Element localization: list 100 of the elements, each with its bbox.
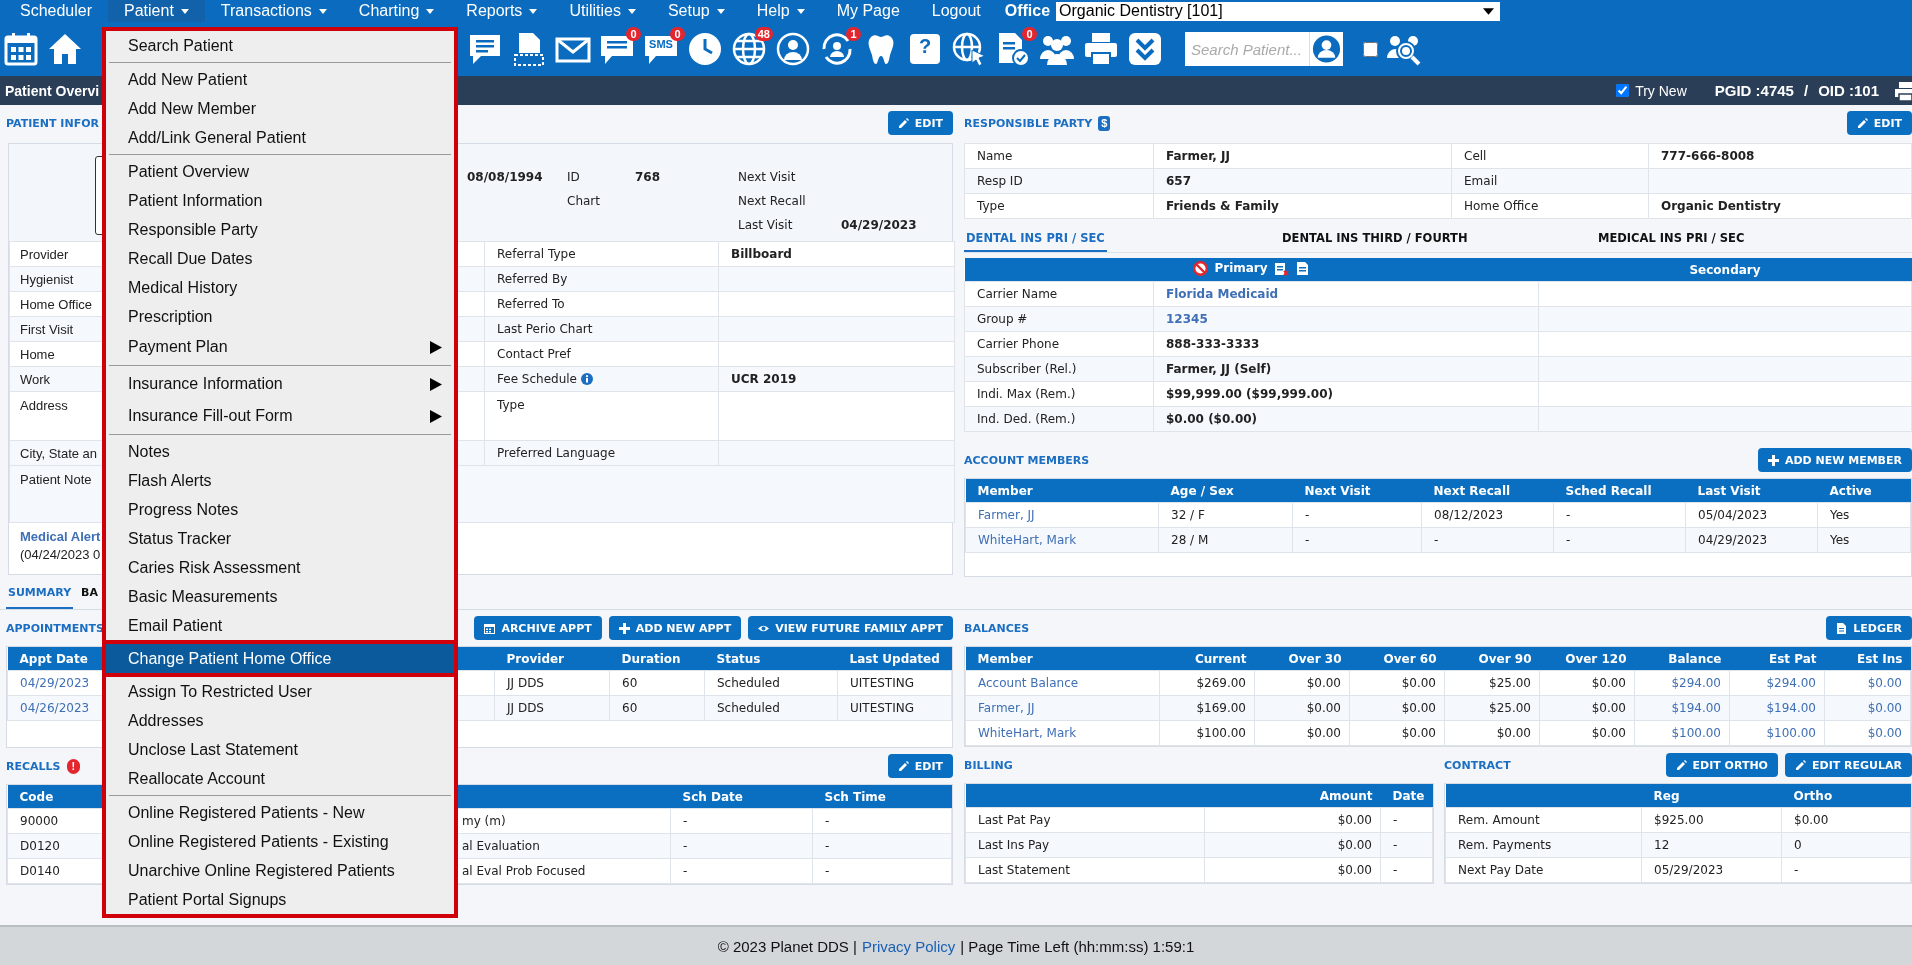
column-header: Duration bbox=[621, 651, 681, 666]
menu-item[interactable]: Status Tracker bbox=[106, 524, 454, 553]
calendar-icon[interactable] bbox=[3, 31, 39, 67]
nav-menu-item[interactable]: My Page bbox=[820, 0, 916, 22]
checkbox[interactable] bbox=[1363, 41, 1378, 57]
menu-item[interactable]: Medical History bbox=[106, 273, 454, 302]
menu-item[interactable]: Patient Portal Signups bbox=[106, 885, 454, 914]
table-cell: - bbox=[1794, 863, 1799, 877]
tab[interactable]: BA bbox=[79, 577, 100, 609]
menu-item[interactable]: Patient Overview bbox=[106, 157, 454, 186]
nav-menu-item[interactable]: Utilities bbox=[553, 0, 652, 22]
menu-item[interactable]: Payment Plan bbox=[106, 331, 454, 363]
column-header: Reg bbox=[1653, 788, 1680, 803]
field-value: Farmer, JJ bbox=[1166, 149, 1230, 163]
field-value: UCR 2019 bbox=[731, 372, 797, 386]
print-document-icon[interactable] bbox=[511, 31, 547, 67]
menu-item[interactable]: Prescription bbox=[106, 302, 454, 331]
menu-item[interactable]: Responsible Party bbox=[106, 215, 454, 244]
field-label: Name bbox=[977, 149, 1013, 163]
table-cell: Last Pat Pay bbox=[978, 813, 1051, 827]
table-link[interactable]: 04/29/2023 bbox=[20, 676, 90, 690]
table-cell: 28 / M bbox=[1171, 533, 1209, 547]
edit-button[interactable]: EDIT bbox=[1846, 111, 1912, 135]
table-link[interactable]: 04/26/2023 bbox=[20, 701, 90, 715]
edit-document-icon[interactable] bbox=[1273, 260, 1289, 276]
field-label: Address bbox=[20, 398, 68, 413]
table-cell: 90000 bbox=[20, 814, 59, 828]
menu-item[interactable]: Notes bbox=[106, 437, 454, 466]
table-cell: - bbox=[1305, 508, 1310, 522]
menu-item[interactable]: Online Registered Patients - Existing bbox=[106, 827, 454, 856]
edit-button[interactable]: EDIT ORTHO bbox=[1665, 753, 1778, 777]
menu-item[interactable]: Add New Member bbox=[106, 94, 454, 123]
globe-cursor-icon[interactable] bbox=[951, 31, 987, 67]
user-search-icon[interactable] bbox=[1309, 32, 1343, 66]
info-icon[interactable] bbox=[580, 373, 593, 385]
menu-item[interactable]: Insurance Fill-out Form bbox=[106, 400, 454, 432]
menu-item[interactable]: Addresses bbox=[106, 706, 454, 735]
menu-item[interactable]: Add/Link General Patient bbox=[106, 123, 454, 152]
appointment-button[interactable]: ARCHIVE APPT bbox=[474, 616, 602, 640]
table-cell: $0.00 bbox=[1794, 813, 1829, 827]
nav-menu-item[interactable]: Setup bbox=[651, 0, 741, 22]
column-header: Primary bbox=[1214, 261, 1268, 275]
try-new-checkbox[interactable] bbox=[1616, 84, 1630, 97]
menu-item[interactable]: Recall Due Dates bbox=[106, 244, 454, 273]
edit-button[interactable]: EDIT bbox=[887, 111, 953, 135]
menu-item[interactable]: Search Patient bbox=[106, 31, 454, 60]
chevrons-down-icon[interactable] bbox=[1127, 31, 1163, 67]
nav-menu-item[interactable]: Logout bbox=[915, 0, 997, 22]
menu-item[interactable]: Caries Risk Assessment bbox=[106, 553, 454, 582]
tab[interactable]: DENTAL INS THIRD / FOURTH bbox=[1280, 225, 1470, 252]
ledger-button[interactable]: LEDGER bbox=[1826, 616, 1912, 640]
menu-item[interactable]: Insurance Information bbox=[106, 368, 454, 400]
table-cell: 32 / F bbox=[1171, 508, 1205, 522]
menu-item[interactable]: Unclose Last Statement bbox=[106, 735, 454, 764]
section-title: BALANCES bbox=[964, 621, 1030, 635]
clock-icon[interactable] bbox=[687, 31, 723, 67]
printer-icon[interactable] bbox=[1895, 79, 1912, 102]
table-cell: Next Pay Date bbox=[1458, 863, 1544, 877]
menu-item[interactable]: Flash Alerts bbox=[106, 466, 454, 495]
edit-button[interactable]: EDIT REGULAR bbox=[1785, 753, 1912, 777]
appointment-button[interactable]: VIEW FUTURE FAMILY APPT bbox=[748, 616, 953, 640]
menu-item[interactable]: Patient Information bbox=[106, 186, 454, 215]
tab[interactable]: DENTAL INS PRI / SEC bbox=[964, 225, 1107, 252]
nav-menu-item[interactable]: Reports bbox=[450, 0, 554, 22]
table-link[interactable]: 12345 bbox=[1166, 312, 1208, 326]
nav-menu-item[interactable]: Transactions bbox=[204, 0, 343, 22]
column-header: Secondary bbox=[1689, 262, 1761, 277]
printer-icon[interactable] bbox=[1083, 31, 1119, 67]
notification-badge: 0 bbox=[626, 27, 641, 41]
search-field[interactable]: Search Patient... bbox=[1185, 32, 1309, 66]
menu-item[interactable]: Add New Patient bbox=[106, 65, 454, 94]
menu-item[interactable]: Reallocate Account bbox=[106, 764, 454, 793]
nav-menu-item[interactable]: Scheduler bbox=[4, 0, 109, 22]
column-header: Code bbox=[19, 789, 54, 804]
globe-user-icon[interactable] bbox=[775, 31, 811, 67]
column-header: Age / Sex bbox=[1170, 483, 1234, 498]
table-link[interactable]: Farmer, JJ bbox=[978, 508, 1035, 522]
menu-item[interactable]: Basic Measurements bbox=[106, 582, 454, 611]
menu-item[interactable]: Assign To Restricted User bbox=[106, 677, 454, 706]
nav-menu-item[interactable]: Help bbox=[740, 0, 821, 22]
privacy-policy-link[interactable]: Privacy Policy bbox=[861, 937, 956, 955]
menu-item[interactable]: Unarchive Online Registered Patients bbox=[106, 856, 454, 885]
edit-button[interactable]: EDIT bbox=[887, 754, 953, 778]
medical-alert-text: (04/24/2023 0 bbox=[20, 547, 101, 562]
table-link[interactable]: Farmer, JJ bbox=[978, 701, 1035, 715]
tab[interactable]: MEDICAL INS PRI / SEC bbox=[1596, 225, 1747, 252]
appointment-button[interactable]: ADD NEW APPT bbox=[608, 616, 742, 640]
menu-item[interactable]: Email Patient bbox=[106, 611, 454, 640]
office-select[interactable]: Organic Dentistry [101] bbox=[1056, 1, 1501, 21]
tab[interactable]: SUMMARY bbox=[6, 577, 74, 609]
menu-item[interactable]: Online Registered Patients - New bbox=[106, 798, 454, 827]
home-icon[interactable] bbox=[47, 31, 83, 67]
tooth-square-button[interactable]: ? bbox=[907, 31, 943, 67]
add-member-button[interactable]: ADD NEW MEMBER bbox=[1757, 448, 1912, 472]
document-icon[interactable] bbox=[1294, 260, 1310, 276]
column-header: Over 30 bbox=[1288, 651, 1342, 666]
menu-item[interactable]: Progress Notes bbox=[106, 495, 454, 524]
nav-menu-item[interactable]: Charting bbox=[342, 0, 451, 22]
table-link[interactable]: Florida Medicaid bbox=[1166, 287, 1279, 301]
nav-menu-item[interactable]: Patient bbox=[108, 0, 205, 22]
